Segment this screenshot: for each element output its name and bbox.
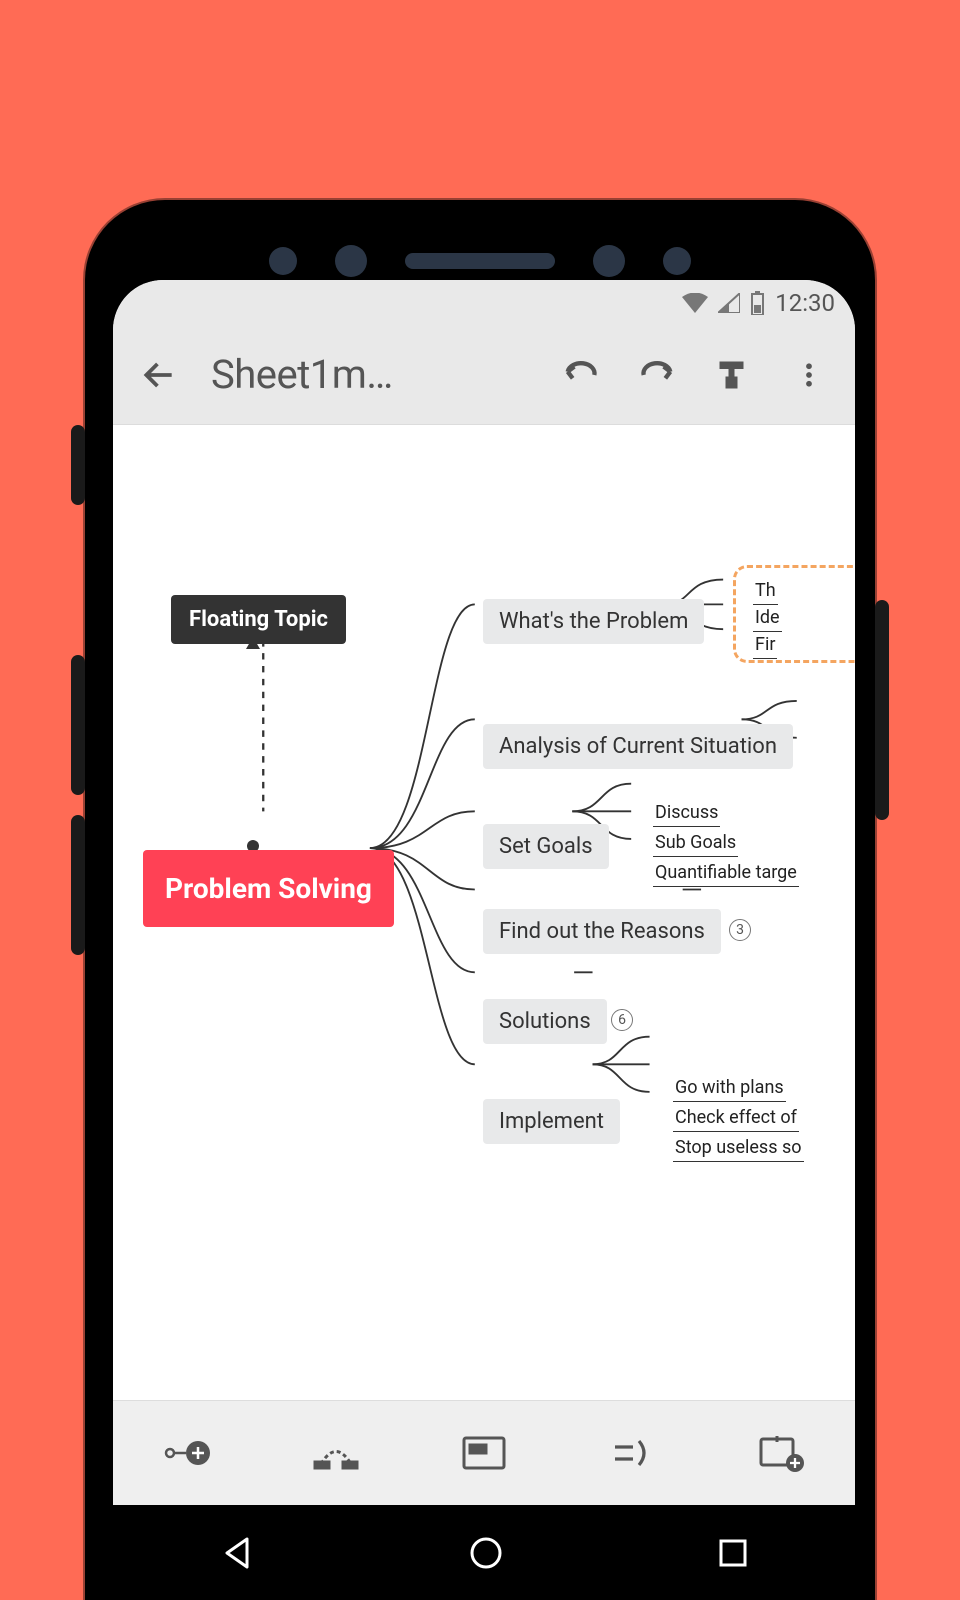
nav-recents-button[interactable] <box>715 1535 751 1571</box>
collapsed-count-badge[interactable]: 6 <box>611 1009 633 1031</box>
branch-node-goals[interactable]: Set Goals <box>483 824 609 869</box>
status-bar: 12:30 <box>113 280 855 325</box>
format-button[interactable] <box>709 351 757 399</box>
edit-toolbar <box>113 1400 855 1505</box>
leaf-node[interactable]: Go with plans <box>673 1076 786 1102</box>
leaf-node[interactable]: Ide <box>753 606 782 632</box>
mindmap-canvas[interactable]: Floating Topic Problem Solving What's th… <box>113 425 855 1400</box>
leaf-node[interactable]: Stop useless so <box>673 1136 804 1162</box>
branch-node-analysis[interactable]: Analysis of Current Situation <box>483 724 793 769</box>
nav-back-button[interactable] <box>217 1533 257 1573</box>
phone-frame: 12:30 Sheet1m… <box>85 200 875 1600</box>
branch-node-reasons[interactable]: Find out the Reasons <box>483 909 721 954</box>
leaf-node[interactable]: Check effect of <box>673 1106 799 1132</box>
leaf-node[interactable]: Fir <box>753 633 777 659</box>
add-sheet-button[interactable] <box>751 1423 811 1483</box>
app-toolbar: Sheet1m… <box>113 325 855 425</box>
add-subtopic-button[interactable] <box>157 1423 217 1483</box>
add-relationship-button[interactable] <box>306 1423 366 1483</box>
nav-home-button[interactable] <box>466 1533 506 1573</box>
branch-node-solutions[interactable]: Solutions <box>483 999 607 1044</box>
volume-down <box>71 815 85 955</box>
leaf-node[interactable]: Quantifiable targe <box>653 861 799 887</box>
android-nav-bar <box>113 1505 855 1600</box>
undo-button[interactable] <box>557 351 605 399</box>
central-topic-node[interactable]: Problem Solving <box>143 850 394 927</box>
add-boundary-button[interactable] <box>454 1423 514 1483</box>
back-button[interactable] <box>135 351 183 399</box>
more-button[interactable] <box>785 351 833 399</box>
redo-button[interactable] <box>633 351 681 399</box>
status-time: 12:30 <box>775 289 835 317</box>
battery-icon <box>750 291 765 315</box>
power-button <box>71 425 85 505</box>
branch-node-problem[interactable]: What's the Problem <box>483 599 704 644</box>
floating-topic-node[interactable]: Floating Topic <box>171 595 346 644</box>
cellular-icon <box>718 293 740 313</box>
selection-highlight <box>733 565 855 663</box>
side-button <box>875 600 889 820</box>
document-title[interactable]: Sheet1m… <box>211 351 529 398</box>
volume-up <box>71 655 85 795</box>
collapsed-count-badge[interactable]: 3 <box>729 919 751 941</box>
leaf-node[interactable]: Th <box>753 579 778 605</box>
add-summary-button[interactable] <box>602 1423 662 1483</box>
screen: 12:30 Sheet1m… <box>113 280 855 1600</box>
wifi-icon <box>682 293 708 313</box>
leaf-node[interactable]: Sub Goals <box>653 831 738 857</box>
branch-node-implement[interactable]: Implement <box>483 1099 620 1144</box>
phone-speaker <box>269 245 691 277</box>
leaf-node[interactable]: Discuss <box>653 801 720 827</box>
